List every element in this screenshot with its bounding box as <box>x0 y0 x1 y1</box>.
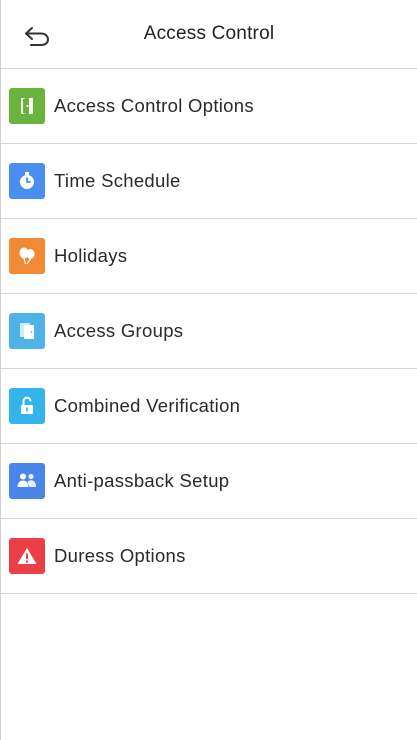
warning-icon <box>9 538 45 574</box>
access-control-menu: Access Control Options Time Schedule Hol… <box>1 69 417 594</box>
menu-item-label: Time Schedule <box>54 170 181 191</box>
menu-item-label: Anti-passback Setup <box>54 470 230 491</box>
menu-item-label: Access Control Options <box>54 95 254 116</box>
clock-icon <box>9 163 45 199</box>
menu-item-access-control-options[interactable]: Access Control Options <box>1 69 417 144</box>
menu-item-label: Holidays <box>54 245 128 266</box>
menu-item-access-groups[interactable]: Access Groups <box>1 294 417 369</box>
menu-item-combined-verification[interactable]: Combined Verification <box>1 369 417 444</box>
users-icon <box>9 463 45 499</box>
page-title: Access Control <box>143 23 275 44</box>
unlock-icon <box>9 388 45 424</box>
door-icon <box>9 88 45 124</box>
menu-item-label: Duress Options <box>54 545 186 566</box>
balloons-icon <box>9 238 45 274</box>
menu-item-time-schedule[interactable]: Time Schedule <box>1 144 417 219</box>
menu-item-label: Combined Verification <box>54 395 241 416</box>
back-arrow-icon[interactable] <box>21 22 55 50</box>
menu-item-anti-passback-setup[interactable]: Anti-passback Setup <box>1 444 417 519</box>
header-bar: Access Control <box>1 0 417 69</box>
menu-item-holidays[interactable]: Holidays <box>1 219 417 294</box>
menu-item-label: Access Groups <box>54 320 184 341</box>
access-control-screen: Access Control Access Control Options Ti… <box>0 0 417 740</box>
menu-item-duress-options[interactable]: Duress Options <box>1 519 417 594</box>
group-door-icon <box>9 313 45 349</box>
